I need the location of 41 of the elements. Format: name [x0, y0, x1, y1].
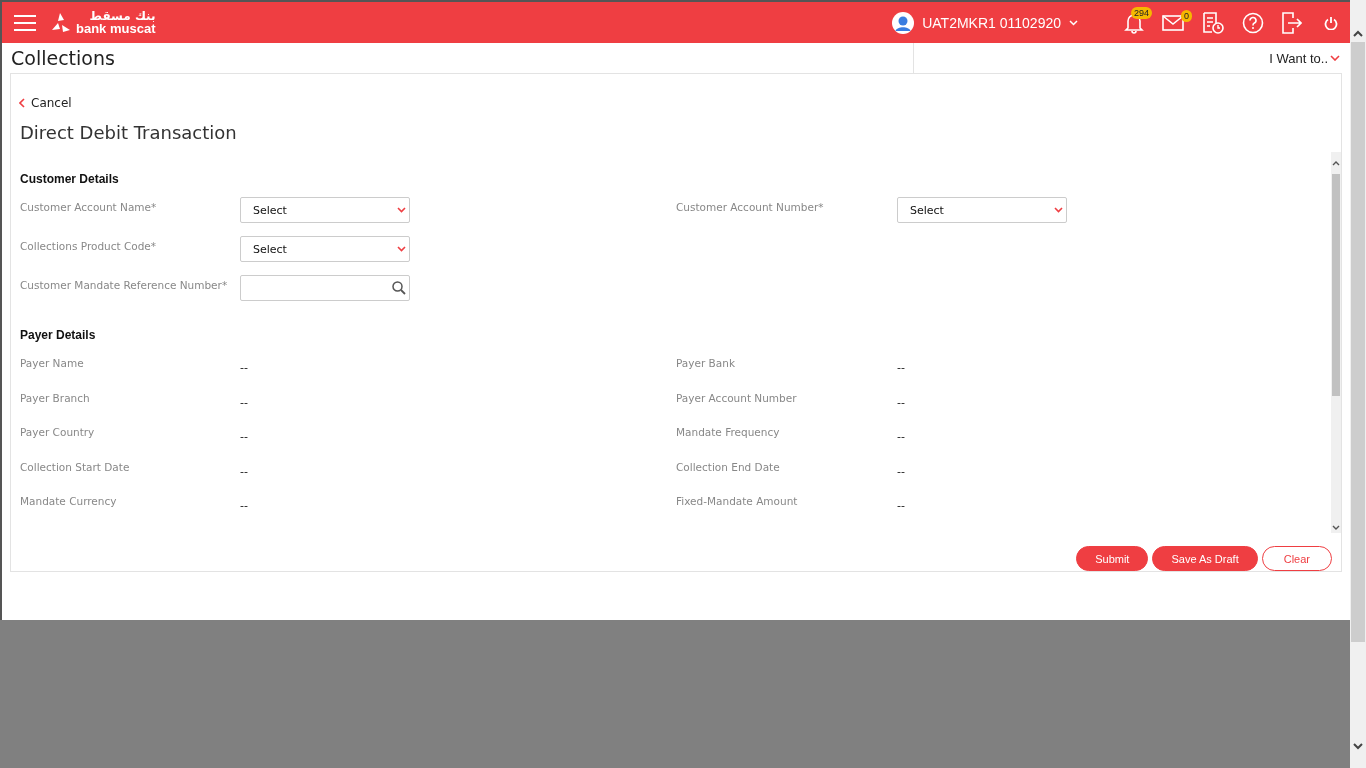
field-value: -- — [897, 360, 905, 375]
cancel-link[interactable]: Cancel — [31, 96, 72, 110]
field-label: Payer Branch — [20, 390, 91, 406]
logo-text: bank muscat — [76, 22, 156, 35]
field-label: Payer Bank — [676, 356, 736, 372]
field-value: -- — [240, 429, 248, 444]
message-badge: 0 — [1181, 9, 1192, 22]
select-field[interactable]: Select — [897, 197, 1067, 224]
section-heading: Payer Details — [20, 328, 97, 343]
action-button[interactable]: Submit — [1076, 546, 1149, 571]
field-value: -- — [240, 360, 248, 375]
menu-link[interactable]: I Want to.. — [1269, 50, 1328, 66]
logo-arabic-text: بنك مسقط — [89, 10, 156, 22]
page-title: Collections — [2, 43, 914, 73]
secondary-button[interactable]: Clear — [1261, 546, 1332, 571]
user-name[interactable]: UAT2MKR1 01102920 — [922, 14, 1061, 31]
select-field[interactable]: Select — [240, 236, 410, 263]
field-label: Collections Product Code* — [20, 239, 158, 255]
field-label: Collection Start Date — [20, 459, 131, 475]
field-value: -- — [897, 394, 905, 409]
form-title: Direct Debit Transaction — [20, 122, 238, 145]
field-value: -- — [897, 463, 905, 478]
field-label: Payer Account Number — [676, 390, 798, 406]
field-value: -- — [897, 429, 905, 444]
action-button[interactable]: Save As Draft — [1152, 546, 1258, 571]
field-label: Customer Account Name* — [20, 200, 158, 216]
notification-badge: 294 — [1130, 6, 1152, 19]
field-value: -- — [240, 498, 248, 513]
field-label: Mandate Currency — [20, 494, 118, 510]
field-value: -- — [240, 463, 248, 478]
field-label: Payer Name — [20, 356, 85, 372]
field-label: Fixed-Mandate Amount — [676, 494, 799, 510]
select-field[interactable]: Select — [240, 197, 410, 224]
section-heading: Customer Details — [20, 172, 120, 187]
field-label: Customer Account Number* — [676, 200, 825, 216]
field-label: Mandate Frequency — [676, 425, 781, 441]
field-label: Customer Mandate Reference Number* — [20, 278, 229, 294]
field-value: -- — [240, 394, 248, 409]
field-label: Payer Country — [20, 425, 96, 441]
field-value: -- — [897, 498, 905, 513]
field-label: Collection End Date — [676, 459, 781, 475]
